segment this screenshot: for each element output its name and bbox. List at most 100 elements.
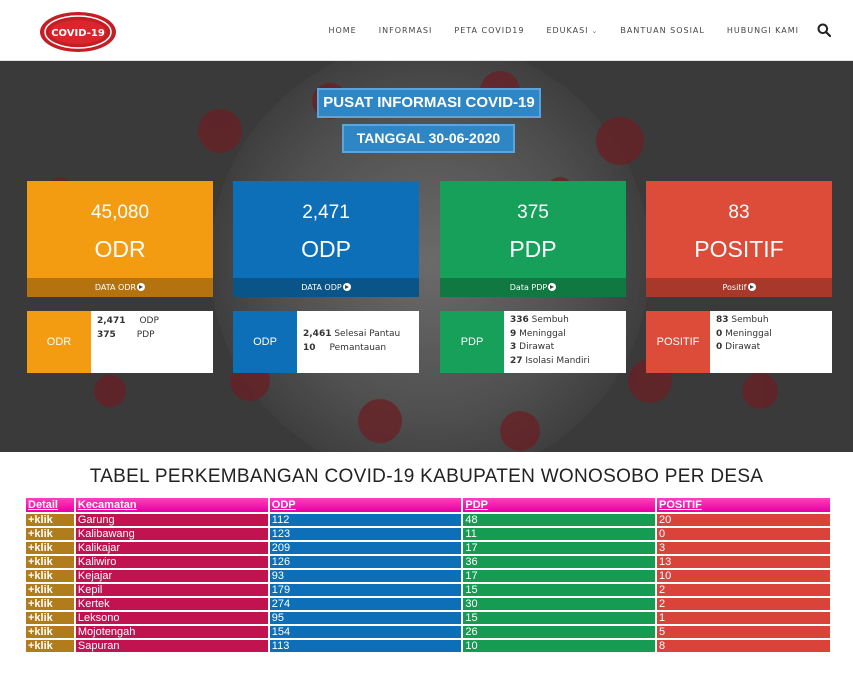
kecamatan-cell: Kaliwiro [73, 556, 268, 568]
detail-count: 0 [716, 342, 723, 352]
odp-cell: 93 [267, 570, 462, 582]
header-detail[interactable]: Detail [26, 498, 74, 512]
kecamatan-cell: Garung [73, 514, 268, 526]
table-row: +klik Sapuran 113 10 8 [26, 640, 830, 652]
table-row: +klik Kalikajar 209 17 3 [26, 542, 830, 554]
detail-count: 9 [510, 328, 517, 339]
detail-count: 375 [97, 329, 116, 340]
nav-informasi[interactable]: INFORMASI [379, 26, 433, 35]
detail-link[interactable]: +klik [26, 542, 74, 554]
header-kecamatan[interactable]: Kecamatan [73, 498, 268, 512]
detail-text: Meninggal [519, 328, 566, 339]
detail-link[interactable]: +klik [26, 528, 74, 540]
detail-text: Sembuh [531, 315, 569, 325]
date-badge: TANGGAL 30-06-2020 [342, 124, 515, 153]
table-row: +klik Kalibawang 123 11 0 [26, 528, 830, 540]
nav-home[interactable]: HOME [328, 26, 356, 35]
pdp-cell: 26 [461, 626, 656, 638]
covid-logo[interactable]: COVID-19 [38, 10, 118, 54]
arrow-circle-right-icon [342, 283, 351, 291]
kecamatan-cell: Kalibawang [73, 528, 268, 540]
positif-cell: 2 [655, 598, 830, 610]
odp-cell: 126 [267, 556, 462, 568]
detail-text: Isolasi Mandiri [525, 355, 590, 366]
header-odp[interactable]: ODP [267, 498, 462, 512]
arrow-circle-right-icon [548, 283, 557, 291]
stat-label: ODP [301, 236, 351, 262]
detail-link[interactable]: +klik [26, 514, 74, 526]
positif-cell: 20 [655, 514, 830, 526]
navbar: COVID-19 HOME INFORMASI PETA COVID19 EDU… [0, 0, 853, 61]
detail-link[interactable]: +klik [26, 626, 74, 638]
kecamatan-cell: Kertek [73, 598, 268, 610]
detail-count: 2,471 [97, 316, 126, 326]
page-title: PUSAT INFORMASI COVID-19 [317, 88, 541, 118]
detail-text: PDP [136, 329, 155, 340]
nav-hubungi-kami[interactable]: HUBUNGI KAMI [727, 26, 799, 35]
detail-tag: ODR [27, 311, 91, 373]
detail-lines: 2,461 Selesai Pantau 10 Pemantauan [303, 328, 400, 355]
detail-count: 2,461 [303, 329, 332, 339]
nav-edukasi[interactable]: EDUKASI ⌄ [546, 26, 598, 35]
pdp-cell: 11 [461, 528, 656, 540]
kecamatan-cell: Kalikajar [73, 542, 268, 554]
detail-count: 83 [716, 315, 729, 325]
positif-link[interactable]: Positif [646, 278, 832, 297]
detail-text: ODP [139, 316, 159, 326]
detail-card-pdp: PDP 336 Sembuh 9 Meninggal 3 Dirawat 27 … [440, 311, 626, 373]
detail-link[interactable]: +klik [26, 598, 74, 610]
detail-text: Meninggal [725, 328, 772, 339]
link-label: Data PDP [509, 283, 548, 292]
data-odp-link[interactable]: DATA ODP [233, 278, 419, 297]
data-pdp-link[interactable]: Data PDP [440, 278, 626, 297]
stat-card-odp: 2,471 ODP DATA ODP [233, 181, 419, 297]
kecamatan-cell: Kepil [73, 584, 268, 596]
detail-link[interactable]: +klik [26, 612, 74, 624]
nav-peta-covid19[interactable]: PETA COVID19 [454, 26, 524, 35]
detail-link[interactable]: +klik [26, 640, 74, 652]
stat-value: 375 [517, 202, 549, 223]
stat-card-odr: 45,080 ODR DATA ODR [27, 181, 213, 297]
detail-count: 27 [510, 355, 523, 366]
stat-value: 45,080 [90, 202, 150, 223]
positif-cell: 5 [655, 626, 830, 638]
detail-lines: 336 Sembuh 9 Meninggal 3 Dirawat 27 Isol… [510, 314, 590, 368]
positif-cell: 8 [655, 640, 830, 652]
odp-cell: 123 [267, 528, 462, 540]
nav-bantuan-sosial[interactable]: BANTUAN SOSIAL [620, 26, 704, 35]
stat-card-positif: 83 POSITIF Positif [646, 181, 832, 297]
table-row: +klik Garung 112 48 20 [26, 514, 830, 526]
stat-label: PDP [509, 236, 557, 262]
detail-text: Dirawat [519, 342, 555, 352]
table-row: +klik Kejajar 93 17 10 [26, 570, 830, 582]
stat-label: POSITIF [694, 236, 784, 262]
detail-count: 10 [303, 342, 316, 353]
logo-text: COVID-19 [51, 28, 105, 39]
odp-cell: 113 [267, 640, 462, 652]
table-row: +klik Kertek 274 30 2 [26, 598, 830, 610]
data-odr-link[interactable]: DATA ODR [27, 278, 213, 297]
detail-text: Sembuh [731, 315, 769, 325]
positif-cell: 2 [655, 584, 830, 596]
covid-table: Detail Kecamatan ODP PDP POSITIF +klik Ga… [26, 496, 830, 654]
detail-link[interactable]: +klik [26, 570, 74, 582]
pdp-cell: 15 [461, 612, 656, 624]
stat-value: 2,471 [302, 202, 350, 223]
header-pdp[interactable]: PDP [461, 498, 656, 512]
link-label: Positif [722, 283, 747, 292]
search-icon[interactable] [817, 23, 831, 37]
detail-link[interactable]: +klik [26, 584, 74, 596]
kecamatan-cell: Kejajar [73, 570, 268, 582]
table-row: +klik Kepil 179 15 2 [26, 584, 830, 596]
pdp-cell: 17 [461, 570, 656, 582]
header-positif[interactable]: POSITIF [655, 498, 830, 512]
pdp-cell: 15 [461, 584, 656, 596]
table-row: +klik Mojotengah 154 26 5 [26, 626, 830, 638]
positif-cell: 0 [655, 528, 830, 540]
detail-card-odr: ODR 2,471 ODP 375 PDP [27, 311, 213, 373]
stat-label: ODR [94, 236, 146, 262]
hero-section: PUSAT INFORMASI COVID-19 TANGGAL 30-06-2… [0, 61, 853, 452]
detail-link[interactable]: +klik [26, 556, 74, 568]
pdp-cell: 17 [461, 542, 656, 554]
detail-text: Pemantauan [329, 342, 387, 353]
